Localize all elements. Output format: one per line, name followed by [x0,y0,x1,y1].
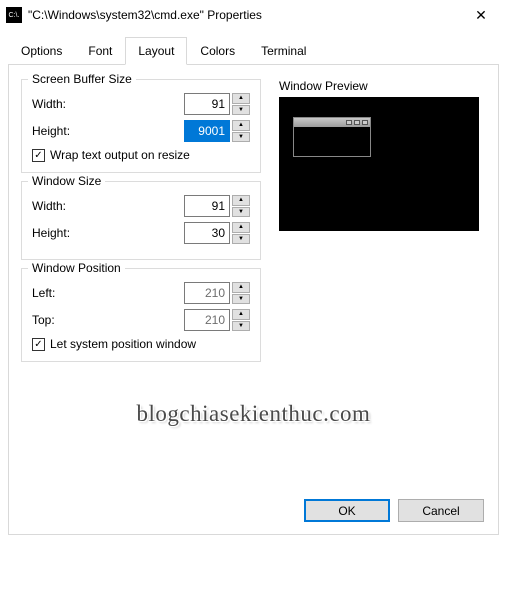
wp-left-input [184,282,230,304]
sb-height-label: Height: [32,124,184,138]
ws-width-input[interactable] [184,195,230,217]
close-button[interactable]: ✕ [461,7,501,24]
wp-left-down: ▼ [232,294,250,305]
group-legend: Window Position [28,261,125,275]
sb-width-up[interactable]: ▲ [232,93,250,104]
sb-width-label: Width: [32,97,184,111]
tab-terminal[interactable]: Terminal [248,37,319,65]
cancel-button[interactable]: Cancel [398,499,484,522]
preview-label: Window Preview [279,79,479,93]
auto-position-label: Let system position window [50,337,196,351]
wp-top-up: ▲ [232,309,250,320]
titlebar: C:\. "C:\Windows\system32\cmd.exe" Prope… [0,0,507,30]
cmd-icon: C:\. [6,7,22,23]
ok-button[interactable]: OK [304,499,390,522]
wp-left-up: ▲ [232,282,250,293]
ws-height-up[interactable]: ▲ [232,222,250,233]
wp-top-down: ▼ [232,321,250,332]
ws-width-down[interactable]: ▼ [232,207,250,218]
ws-height-down[interactable]: ▼ [232,234,250,245]
wp-left-label: Left: [32,286,184,300]
tab-layout[interactable]: Layout [125,37,187,65]
group-screen-buffer: Screen Buffer Size Width: ▲ ▼ Height: [21,79,261,173]
group-legend: Screen Buffer Size [28,72,136,86]
tab-strip: Options Font Layout Colors Terminal [8,36,499,65]
auto-position-checkbox[interactable]: ✓ [32,338,45,351]
tab-colors[interactable]: Colors [187,37,248,65]
group-window-size: Window Size Width: ▲ ▼ Height: [21,181,261,260]
wrap-label: Wrap text output on resize [50,148,190,162]
sb-height-up[interactable]: ▲ [232,120,250,131]
watermark-text: blogchiasekienthuc.com [9,401,498,427]
tab-content: Screen Buffer Size Width: ▲ ▼ Height: [8,65,499,535]
wrap-checkbox[interactable]: ✓ [32,149,45,162]
preview-window-icon [293,117,371,157]
group-legend: Window Size [28,174,105,188]
tab-font[interactable]: Font [75,37,125,65]
ws-height-input[interactable] [184,222,230,244]
sb-width-down[interactable]: ▼ [232,105,250,116]
wp-top-input [184,309,230,331]
wp-top-label: Top: [32,313,184,327]
ws-height-label: Height: [32,226,184,240]
ws-width-label: Width: [32,199,184,213]
sb-height-down[interactable]: ▼ [232,132,250,143]
tab-options[interactable]: Options [8,37,75,65]
window-preview [279,97,479,231]
ws-width-up[interactable]: ▲ [232,195,250,206]
group-window-position: Window Position Left: ▲ ▼ Top: [21,268,261,362]
sb-width-input[interactable] [184,93,230,115]
window-title: "C:\Windows\system32\cmd.exe" Properties [28,8,461,22]
sb-height-input[interactable] [184,120,230,142]
